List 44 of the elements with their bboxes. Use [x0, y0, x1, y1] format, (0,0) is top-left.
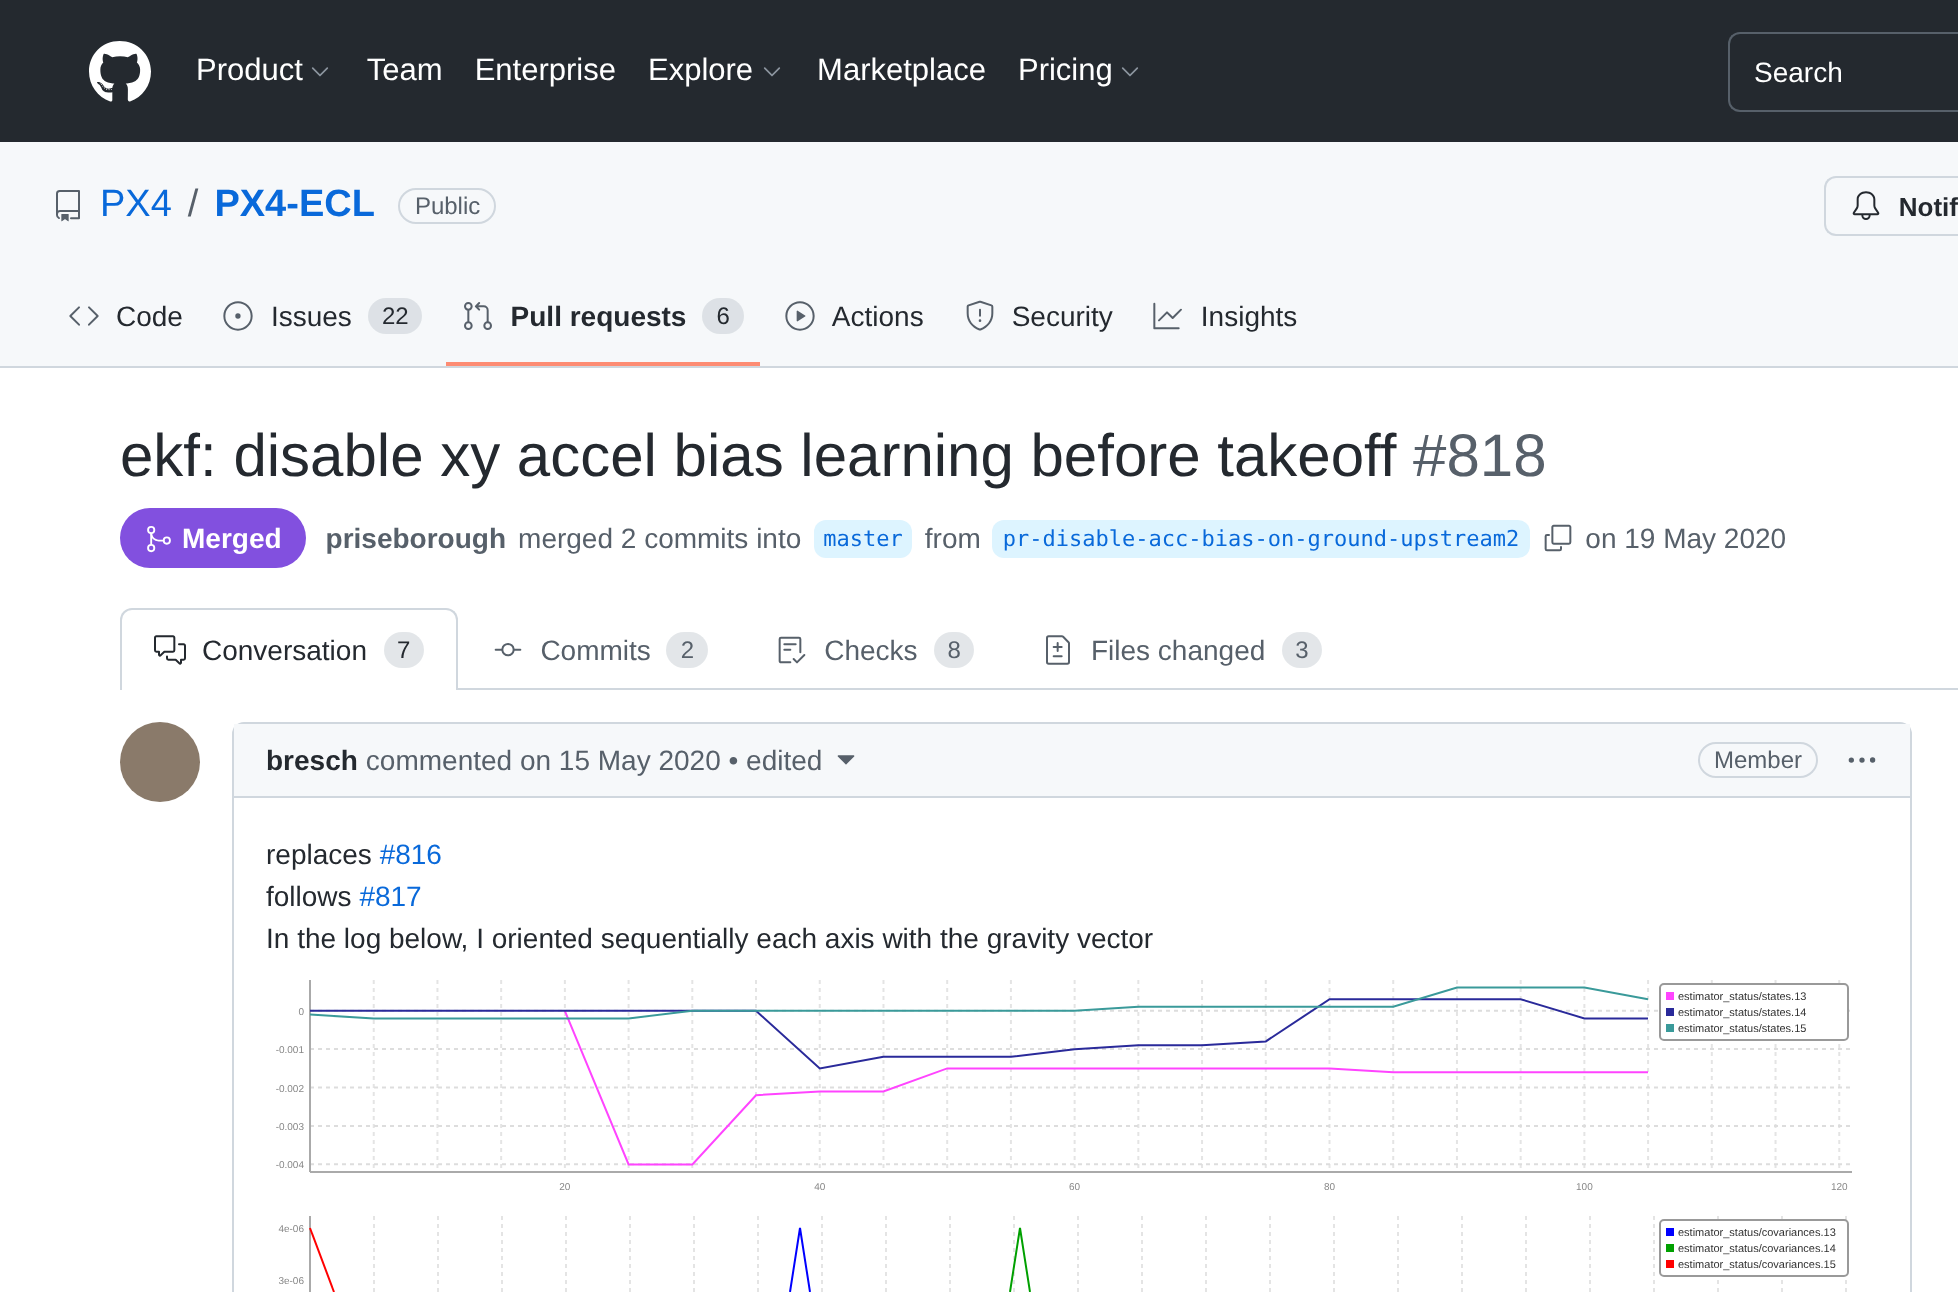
pr-tab[interactable]: Files changed 3 — [1008, 608, 1357, 690]
state-badge: Merged — [120, 508, 306, 568]
counter: 3 — [1281, 632, 1323, 668]
from-text: from — [924, 522, 981, 554]
repo-tab[interactable]: Security — [947, 270, 1129, 366]
nav-link[interactable]: Team — [366, 53, 443, 89]
counter: 2 — [666, 632, 709, 668]
pr-tab[interactable]: Commits 2 — [458, 608, 743, 690]
merge-date: on 19 May 2020 — [1585, 522, 1787, 554]
comment-author[interactable]: bresch — [266, 744, 358, 776]
issue-link[interactable]: #816 — [379, 838, 442, 870]
repo-tab[interactable]: Issues 22 — [206, 270, 439, 366]
author-name[interactable]: priseborough — [325, 522, 507, 554]
comment-meta: commented on 15 May 2020 • edited — [365, 744, 823, 776]
nav-link[interactable]: Enterprise — [474, 53, 616, 89]
nav-link[interactable]: Pricing — [1017, 53, 1145, 89]
counter: 7 — [383, 632, 425, 668]
issue-link[interactable]: #817 — [359, 880, 422, 912]
nav-link[interactable]: Product — [196, 53, 335, 89]
comment-text: replaces #816 — [266, 836, 444, 874]
nav-link[interactable]: Explore — [647, 53, 786, 89]
repo-tab[interactable]: Actions — [767, 270, 940, 366]
pr-tab[interactable]: Conversation 7 — [120, 608, 459, 690]
merge-description: merged 2 commits into — [518, 522, 802, 554]
visibility-label: Public — [398, 188, 497, 224]
comment-text: In the log below, I oriented sequentially each axis with the gravity vector — [266, 920, 1156, 958]
repo-tab[interactable]: Insights — [1136, 270, 1314, 366]
counter: 8 — [933, 632, 975, 668]
counter: 6 — [702, 298, 744, 334]
counter: 22 — [367, 298, 423, 334]
notifications-button[interactable]: Notif — [1824, 176, 1958, 236]
branch-label[interactable]: pr-disable-acc-bias-on-ground-upstream2 — [992, 519, 1530, 557]
repo-name-link[interactable]: PX4-ECL — [214, 184, 375, 228]
owner-link[interactable]: PX4 — [100, 184, 172, 228]
role-label: Member — [1697, 742, 1818, 778]
repo-tab[interactable]: Pull requests 6 — [446, 270, 760, 366]
path-separator: / — [187, 184, 199, 228]
nav-link[interactable]: Marketplace — [817, 53, 986, 89]
search-field[interactable]: Search — [1728, 31, 1958, 111]
pull-request-title: ekf: disable xy accel bias learning before takeoff #818 — [120, 424, 1549, 492]
comment-text: follows #817 — [266, 878, 424, 916]
pr-tab[interactable]: Checks 8 — [742, 608, 1009, 690]
repo-tab[interactable]: Code — [52, 270, 199, 366]
branch-label[interactable]: master — [813, 519, 913, 557]
